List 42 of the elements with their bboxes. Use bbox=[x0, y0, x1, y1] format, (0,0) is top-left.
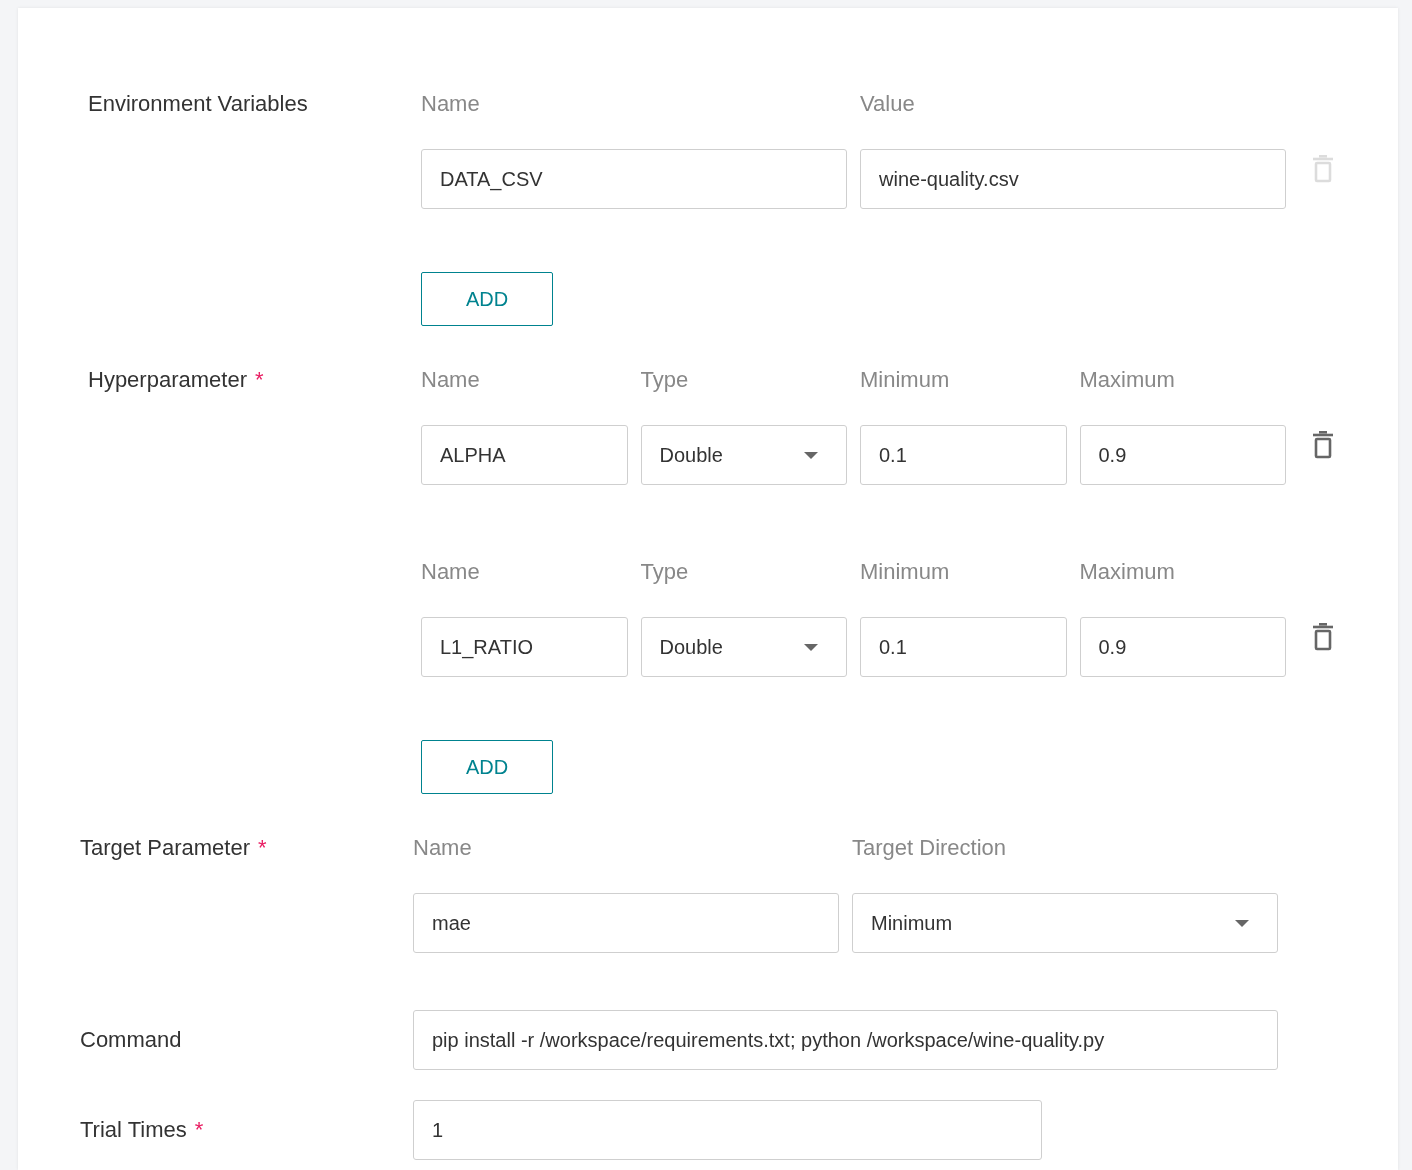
trash-icon bbox=[1312, 155, 1334, 183]
column-header: Name bbox=[421, 558, 481, 586]
column-header: Type bbox=[640, 558, 690, 586]
input-field[interactable]: mae bbox=[413, 893, 839, 953]
column-header: Minimum bbox=[860, 366, 951, 394]
trash-icon bbox=[1312, 623, 1334, 651]
column-header: Type bbox=[640, 366, 690, 394]
add-button[interactable]: ADD bbox=[421, 740, 553, 794]
caret-icon bbox=[804, 643, 818, 651]
section-label: Environment Variables bbox=[88, 90, 308, 118]
section-label: Target Parameter bbox=[80, 834, 250, 862]
section-label: Trial Times bbox=[80, 1116, 187, 1144]
column-header: Target Direction bbox=[852, 834, 1008, 862]
input-field[interactable]: L1_RATIO bbox=[421, 617, 628, 677]
column-header: Minimum bbox=[860, 558, 951, 586]
caret-icon bbox=[804, 451, 818, 459]
column-header: Name bbox=[421, 90, 481, 118]
dropdown[interactable]: Double bbox=[640, 425, 847, 485]
caret-icon bbox=[1235, 919, 1249, 927]
required-asterisk: * bbox=[254, 366, 264, 394]
input-field[interactable]: wine-quality.csv bbox=[860, 149, 1286, 209]
section-label: Command bbox=[80, 1026, 182, 1054]
column-header: Maximum bbox=[1079, 558, 1176, 586]
input-field[interactable]: 0.1 bbox=[860, 425, 1067, 485]
required-asterisk: * bbox=[257, 834, 267, 862]
input-field[interactable]: 0.1 bbox=[860, 617, 1067, 677]
column-header: Name bbox=[413, 834, 473, 862]
dropdown[interactable]: Minimum bbox=[852, 893, 1278, 953]
add-button[interactable]: ADD bbox=[421, 272, 553, 326]
input-field[interactable]: pip install -r /workspace/requirements.txt; python /workspace/wine-quality.py bbox=[413, 1010, 1278, 1070]
input-field[interactable]: 1 bbox=[413, 1100, 1042, 1160]
input-field[interactable]: ALPHA bbox=[421, 425, 628, 485]
input-field[interactable]: DATA_CSV bbox=[421, 149, 847, 209]
section-label: Hyperparameter bbox=[88, 366, 247, 394]
input-field[interactable]: 0.9 bbox=[1079, 425, 1286, 485]
trash-icon bbox=[1312, 431, 1334, 459]
dropdown[interactable]: Double bbox=[640, 617, 847, 677]
column-header: Name bbox=[421, 366, 481, 394]
column-header: Value bbox=[860, 90, 916, 118]
column-header: Maximum bbox=[1079, 366, 1176, 394]
input-field[interactable]: 0.9 bbox=[1079, 617, 1286, 677]
required-asterisk: * bbox=[194, 1116, 204, 1144]
